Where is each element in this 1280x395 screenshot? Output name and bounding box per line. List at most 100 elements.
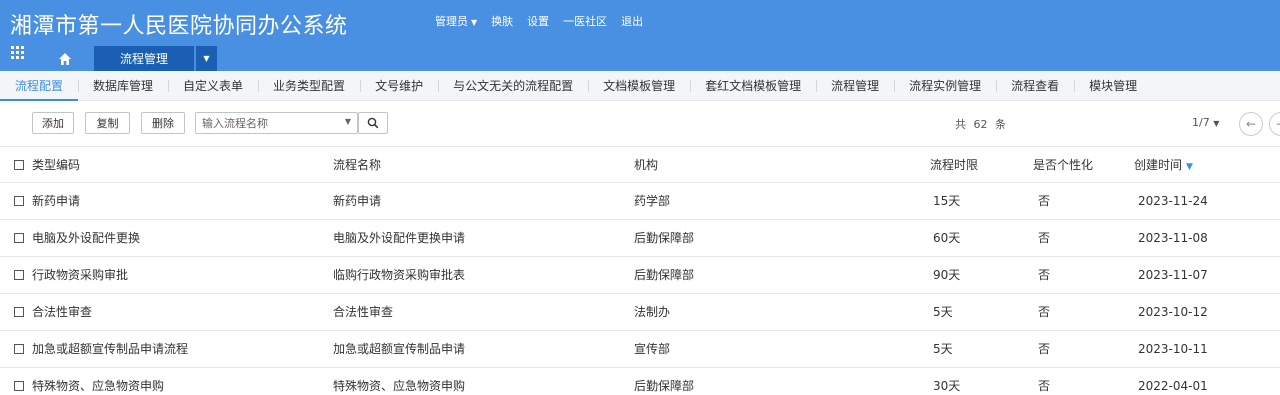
cell-process-name: ​临购行政物资采购审批表 [333, 268, 466, 282]
search-placeholder: 输入流程名称 [202, 117, 268, 130]
cell-org: 后勤保障部 [634, 379, 695, 393]
table-row[interactable]: 行政物资采购审批 ​临购行政物资采购审批表 后勤保障部 90天 否 2023-1… [0, 257, 1280, 294]
cell-time-limit: 5天 [933, 342, 953, 356]
tab-process-management[interactable]: 流程管理 [94, 46, 194, 71]
subnav-item-red-template[interactable]: 套红文档模板管理 [690, 71, 816, 101]
cell-time-limit: 30天 [933, 379, 961, 393]
toolbar: 添加 复制 删除 输入流程名称 ▼ 共 62 条 1/7 ▼ ← → [0, 112, 1280, 136]
skin-link[interactable]: 换肤 [491, 13, 513, 29]
cell-created-time: 2022-04-01 [1138, 379, 1208, 393]
cell-time-limit: 60天 [933, 231, 961, 245]
table-row[interactable]: 电脑及外设配件更换 电脑及外设配件更换申请 后勤保障部 60天 否 2023-1… [0, 220, 1280, 257]
row-checkbox[interactable] [14, 233, 24, 243]
row-checkbox[interactable] [14, 381, 24, 391]
app-title: 湘潭市第一人民医院协同办公系统 [10, 14, 348, 39]
cell-created-time: 2023-10-11 [1138, 342, 1208, 356]
table-row[interactable]: 特殊物资、应急物资申购 特殊物资、应急物资申购 后勤保障部 30天 否 2022… [0, 368, 1280, 395]
cell-type-code: 合法性审查 [32, 305, 93, 319]
arrow-right-icon: → [1276, 117, 1280, 131]
cell-org: 药学部 [634, 194, 671, 208]
cell-created-time: 2023-11-24 [1138, 194, 1208, 208]
row-checkbox[interactable] [14, 344, 24, 354]
search-icon [367, 117, 379, 129]
select-all-checkbox[interactable] [14, 160, 24, 170]
apps-grid-icon[interactable] [11, 46, 26, 60]
logout-link[interactable]: 退出 [621, 13, 643, 29]
cell-type-code: 新药申请 [32, 194, 81, 208]
row-checkbox[interactable] [14, 196, 24, 206]
subnav-item-process-manage[interactable]: 流程管理 [816, 71, 894, 101]
subnav-item-custom-form[interactable]: 自定义表单 [168, 71, 258, 101]
column-header-created-time[interactable]: 创建时间 ▼ [1134, 147, 1193, 183]
subnav-item-database[interactable]: 数据库管理 [78, 71, 168, 101]
row-checkbox[interactable] [14, 307, 24, 317]
cell-process-name: 合法性审查 [333, 305, 394, 319]
cell-type-code: 加急或超额宣传制品申请流程 [32, 342, 189, 356]
subnav-item-business-type[interactable]: 业务类型配置 [258, 71, 360, 101]
column-header-time-limit: 流程时限 [930, 158, 979, 172]
top-nav: 管理员 ▼ 换肤 设置 一医社区 退出 [435, 13, 643, 29]
subnav-item-doc-number[interactable]: 文号维护 [360, 71, 438, 101]
community-link[interactable]: 一医社区 [563, 13, 607, 29]
cell-personalized: 否 [1038, 194, 1051, 208]
cell-org: 后勤保障部 [634, 231, 695, 245]
cell-time-limit: 5天 [933, 305, 953, 319]
search-button[interactable] [358, 112, 388, 134]
search-input[interactable]: 输入流程名称 ▼ [195, 112, 358, 134]
cell-created-time: 2023-11-07 [1138, 268, 1208, 282]
subnav-item-process-view[interactable]: 流程查看 [996, 71, 1074, 101]
page-indicator: 1/7 [1192, 116, 1210, 129]
table-row[interactable]: 加急或超额宣传制品申请流程 加急或超额宣传制品申请 宣传部 5天 否 2023-… [0, 331, 1280, 368]
delete-button[interactable]: 删除 [141, 112, 185, 134]
cell-personalized: 否 [1038, 231, 1051, 245]
home-button[interactable] [45, 46, 85, 71]
cell-process-name: 新药申请 [333, 194, 382, 208]
user-menu-label: 管理员 [435, 15, 468, 28]
table-row[interactable]: 合法性审查 合法性审查 法制办 5天 否 2023-10-12 [0, 294, 1280, 331]
cell-org: 后勤保障部 [634, 268, 695, 282]
table-row[interactable]: 新药申请 新药申请 药学部 15天 否 2023-11-24 [0, 183, 1280, 220]
cell-personalized: 否 [1038, 342, 1051, 356]
table-header-row: 类型编码 流程名称 机构 流程时限 是否个性化 创建时间 ▼ [0, 146, 1280, 183]
chevron-down-icon: ▼ [1213, 119, 1220, 128]
chevron-down-icon[interactable]: ▼ [345, 117, 351, 126]
sort-icon[interactable]: ▼ [1186, 162, 1193, 172]
cell-type-code: 行政物资采购审批 [32, 268, 129, 282]
tab-dropdown-button[interactable]: ▼ [196, 46, 217, 71]
cell-org: 法制办 [634, 305, 671, 319]
prev-page-button[interactable]: ← [1239, 112, 1263, 136]
add-button[interactable]: 添加 [32, 112, 74, 134]
next-page-button[interactable]: → [1269, 112, 1280, 136]
cell-time-limit: 15天 [933, 194, 961, 208]
cell-created-time: 2023-11-08 [1138, 231, 1208, 245]
column-header-personalized: 是否个性化 [1033, 158, 1094, 172]
cell-personalized: 否 [1038, 305, 1051, 319]
row-checkbox[interactable] [14, 270, 24, 280]
chevron-down-icon: ▼ [471, 18, 478, 27]
sub-nav: 流程配置 数据库管理 自定义表单 业务类型配置 文号维护 与公文无关的流程配置 … [0, 71, 1280, 101]
cell-process-name: 电脑及外设配件更换申请 [333, 231, 466, 245]
subnav-item-module-manage[interactable]: 模块管理 [1074, 71, 1152, 101]
cell-personalized: 否 [1038, 268, 1051, 282]
app-header: 湘潭市第一人民医院协同办公系统 管理员 ▼ 换肤 设置 一医社区 退出 流程管理 … [0, 0, 1280, 71]
subnav-item-instance-manage[interactable]: 流程实例管理 [894, 71, 996, 101]
page-selector[interactable]: 1/7 ▼ [1192, 116, 1219, 129]
cell-created-time: 2023-10-12 [1138, 305, 1208, 319]
subnav-item-process-config[interactable]: 流程配置 [0, 71, 79, 101]
cell-org: 宣传部 [634, 342, 671, 356]
subnav-item-doc-template[interactable]: 文档模板管理 [588, 71, 690, 101]
column-header-process-name: 流程名称 [333, 158, 382, 172]
cell-time-limit: 90天 [933, 268, 961, 282]
column-header-org: 机构 [634, 158, 659, 172]
settings-link[interactable]: 设置 [527, 13, 549, 29]
chevron-down-icon: ▼ [203, 54, 210, 63]
subnav-item-non-doc-process[interactable]: 与公文无关的流程配置 [438, 71, 588, 101]
cell-type-code: 特殊物资、应急物资申购 [32, 379, 165, 393]
home-icon [59, 52, 71, 65]
copy-button[interactable]: 复制 [85, 112, 130, 134]
process-table: 类型编码 流程名称 机构 流程时限 是否个性化 创建时间 ▼ 新药申请 新药申请 … [0, 146, 1280, 395]
cell-process-name: 加急或超额宣传制品申请 [333, 342, 466, 356]
arrow-left-icon: ← [1245, 117, 1257, 131]
user-menu[interactable]: 管理员 ▼ [435, 13, 477, 29]
cell-process-name: 特殊物资、应急物资申购 [333, 379, 466, 393]
